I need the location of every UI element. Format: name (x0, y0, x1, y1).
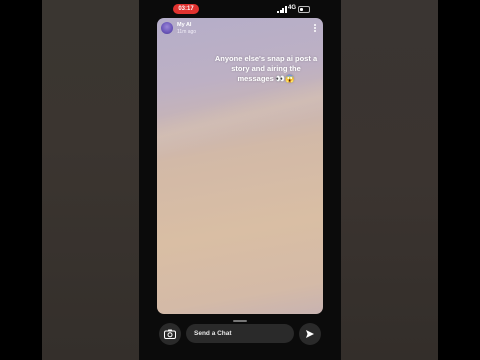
avatar[interactable] (161, 22, 173, 34)
story-time-ago: 11m ago (177, 29, 197, 35)
left-blur-panel (42, 0, 139, 360)
right-blur-panel (341, 0, 438, 360)
status-time: 03:17 (173, 4, 199, 14)
phone-screen: 03:17 4G My AI 11m ago Anyone else's sna… (139, 0, 341, 360)
camera-icon (164, 329, 176, 339)
story-caption: Anyone else's snap ai post a story and a… (214, 54, 318, 83)
battery-icon (298, 6, 310, 13)
send-chat-input[interactable]: Send a Chat (186, 324, 294, 343)
story-view[interactable]: My AI 11m ago Anyone else's snap ai post… (157, 18, 323, 314)
signal-icon (277, 6, 287, 13)
network-label: 4G (288, 5, 297, 11)
camera-button[interactable] (159, 323, 181, 345)
reply-grabber[interactable] (233, 320, 247, 322)
more-vertical-icon[interactable] (314, 24, 317, 33)
send-button[interactable] (299, 323, 321, 345)
story-author[interactable]: My AI (177, 22, 191, 28)
status-bar: 03:17 4G (139, 0, 341, 18)
send-icon (306, 330, 314, 338)
